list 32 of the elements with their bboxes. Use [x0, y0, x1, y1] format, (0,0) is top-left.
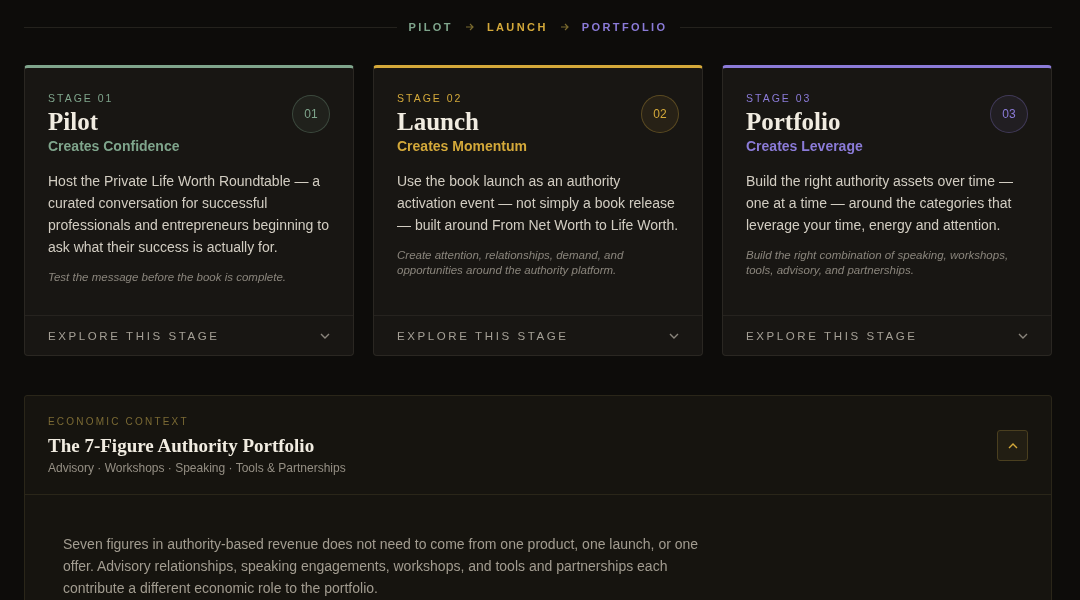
breadcrumb-item[interactable]: PORTFOLIO [581, 21, 668, 33]
stage-number: 03 [990, 95, 1028, 133]
explore-stage-button[interactable]: EXPLORE THIS STAGE [723, 315, 1051, 355]
stage-number: 02 [641, 95, 679, 133]
arrow-icon [464, 22, 475, 32]
stage-description: Host the Private Life Worth Roundtable — a curated conversation for successful professionals and entrepreneurs beginning to ask what their success is actually for. [48, 172, 330, 257]
stage-subtitle: Creates Momentum [397, 138, 527, 154]
breadcrumb-item[interactable]: LAUNCH [486, 21, 548, 33]
stage-label: STAGE 01 [48, 92, 115, 104]
collapse-button[interactable] [997, 430, 1028, 461]
stage-subtitle: Creates Confidence [48, 138, 180, 154]
stage-subtitle: Creates Leverage [746, 138, 863, 154]
arrow-icon [559, 22, 570, 32]
stage-note: Create attention, relationships, demand, and opportunities around the authority platform. [397, 248, 625, 278]
section-eyebrow: ECONOMIC CONTEXT [48, 416, 190, 427]
stage-description: Build the right authority assets over time — one at a time — around the categories that leverage your time, energy and attention. [746, 172, 1014, 235]
stage-note: Test the message before the book is complete. [48, 270, 288, 285]
stage-label: STAGE 02 [397, 92, 464, 104]
stage-note: Build the right combination of speaking, workshops, tools, advisory, and partnerships. [746, 248, 1010, 278]
stage-label: STAGE 03 [746, 92, 813, 104]
stage-title: Pilot [48, 108, 99, 136]
stage-title: Portfolio [746, 108, 842, 136]
section-subtitle: Advisory · Workshops · Speaking · Tools & Partnerships [48, 461, 346, 475]
stage-number: 01 [292, 95, 330, 133]
chevron-icon [1007, 442, 1018, 449]
explore-stage-button[interactable]: EXPLORE THIS STAGE [374, 315, 702, 355]
section-title: The 7-Figure Authority Portfolio [48, 435, 316, 457]
stage-title: Launch [397, 108, 480, 136]
explore-stage-button[interactable]: EXPLORE THIS STAGE [25, 315, 353, 355]
section-paragraph: Seven figures in authority-based revenue does not need to come from one product, one launch, or one offer. Advisory relationships, speaking engagements, workshops, and tools and partnerships each contribute a different economic role to the portfolio. [63, 535, 700, 598]
breadcrumb-item[interactable]: PILOT [408, 21, 453, 33]
stage-description: Use the book launch as an authority activation event — not simply a book release — built around From Net Worth to Life Worth. [397, 172, 679, 235]
